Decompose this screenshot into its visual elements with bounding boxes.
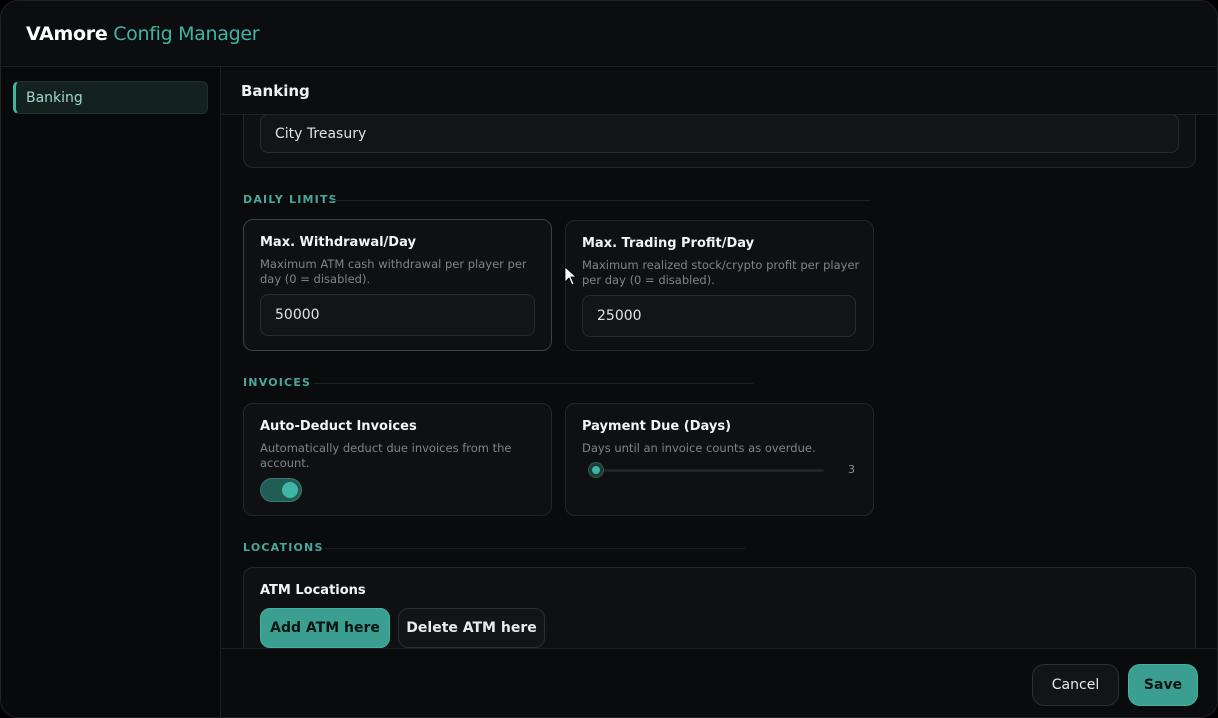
section-divider — [325, 548, 745, 549]
save-button[interactable]: Save — [1128, 664, 1198, 706]
payment-due-slider-track[interactable] — [590, 469, 824, 472]
max-trading-profit-card: Max. Trading Profit/Day Maximum realized… — [565, 220, 874, 351]
config-window: VAmore Config Manager Banking Banking Ci… — [0, 0, 1218, 718]
toggle-knob — [282, 482, 298, 498]
max-trading-profit-desc: Maximum realized stock/crypto profit per… — [582, 258, 860, 287]
max-withdrawal-input[interactable]: 50000 — [260, 294, 535, 336]
payment-due-slider-thumb[interactable] — [588, 462, 604, 478]
max-withdrawal-desc: Maximum ATM cash withdrawal per player p… — [260, 257, 527, 286]
section-daily-limits: DAILY LIMITS — [243, 193, 338, 206]
max-withdrawal-title: Max. Withdrawal/Day — [260, 235, 416, 250]
footer-bar: Cancel Save — [221, 648, 1217, 717]
delete-atm-button[interactable]: Delete ATM here — [398, 608, 545, 648]
atm-locations-card: ATM Locations Add ATM here Delete ATM he… — [243, 567, 1196, 648]
section-divider — [313, 383, 753, 384]
app-title: VAmore Config Manager — [26, 23, 260, 45]
section-invoices: INVOICES — [243, 376, 312, 389]
account-card: City Treasury — [243, 115, 1196, 168]
section-locations: LOCATIONS — [243, 541, 324, 554]
app-brand: VAmore — [26, 23, 108, 45]
max-withdrawal-card: Max. Withdrawal/Day Maximum ATM cash wit… — [243, 219, 552, 351]
payment-due-desc: Days until an invoice counts as overdue. — [582, 441, 816, 455]
max-withdrawal-value: 50000 — [275, 307, 320, 323]
add-atm-button[interactable]: Add ATM here — [260, 608, 390, 648]
auto-deduct-title: Auto-Deduct Invoices — [260, 419, 417, 434]
payment-due-title: Payment Due (Days) — [582, 419, 732, 434]
settings-scroll-area[interactable]: City Treasury DAILY LIMITS Max. Withdraw… — [221, 115, 1217, 648]
account-name-input[interactable]: City Treasury — [260, 115, 1179, 153]
auto-deduct-card: Auto-Deduct Invoices Automatically deduc… — [243, 403, 552, 516]
atm-locations-title: ATM Locations — [260, 583, 366, 598]
sidebar-item-banking[interactable]: Banking — [13, 81, 208, 114]
app-subtitle: Config Manager — [113, 23, 260, 45]
account-name-value: City Treasury — [275, 125, 367, 142]
max-trading-profit-title: Max. Trading Profit/Day — [582, 236, 755, 251]
max-trading-profit-input[interactable]: 25000 — [582, 295, 856, 337]
sidebar-item-label: Banking — [26, 89, 83, 106]
title-bar: VAmore Config Manager — [1, 1, 1217, 67]
page-title: Banking — [221, 67, 1217, 115]
max-trading-profit-value: 25000 — [597, 308, 642, 324]
cancel-button[interactable]: Cancel — [1032, 664, 1119, 706]
auto-deduct-toggle[interactable] — [260, 478, 302, 502]
main-panel: Banking City Treasury DAILY LIMITS Max. … — [221, 67, 1217, 717]
sidebar: Banking — [1, 67, 221, 717]
mouse-cursor-icon — [564, 266, 578, 286]
payment-due-card: Payment Due (Days) Days until an invoice… — [565, 403, 874, 516]
auto-deduct-desc: Automatically deduct due invoices from t… — [260, 441, 512, 470]
section-divider — [331, 200, 871, 201]
payment-due-value: 3 — [848, 463, 855, 476]
